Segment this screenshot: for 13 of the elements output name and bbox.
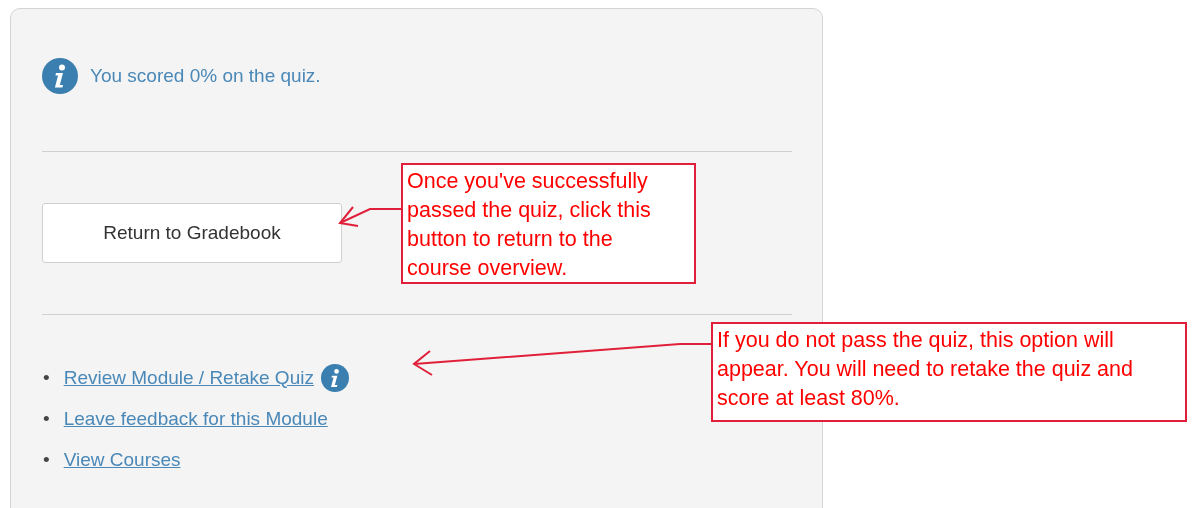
bullet: • <box>43 448 50 471</box>
link[interactable]: View Courses <box>63 448 181 471</box>
bullet: • <box>43 366 50 389</box>
annotation-callout: Once you've successfully passed the quiz, click this button to return to the course overview. <box>401 163 696 284</box>
link[interactable]: Review Module / Retake Quiz <box>63 366 314 389</box>
score-message: You scored 0% on the quiz. <box>90 65 321 87</box>
annotation-arrow <box>338 206 402 227</box>
bullet: • <box>43 407 50 430</box>
info-icon <box>320 363 349 392</box>
info-icon <box>42 58 78 94</box>
link[interactable]: Leave feedback for this Module <box>63 407 328 430</box>
return-to-gradebook-button[interactable]: Return to Gradebook <box>42 203 342 263</box>
annotation-callout: If you do not pass the quiz, this option will appear. You will need to retake the quiz and score at least 80%. <box>711 322 1187 422</box>
